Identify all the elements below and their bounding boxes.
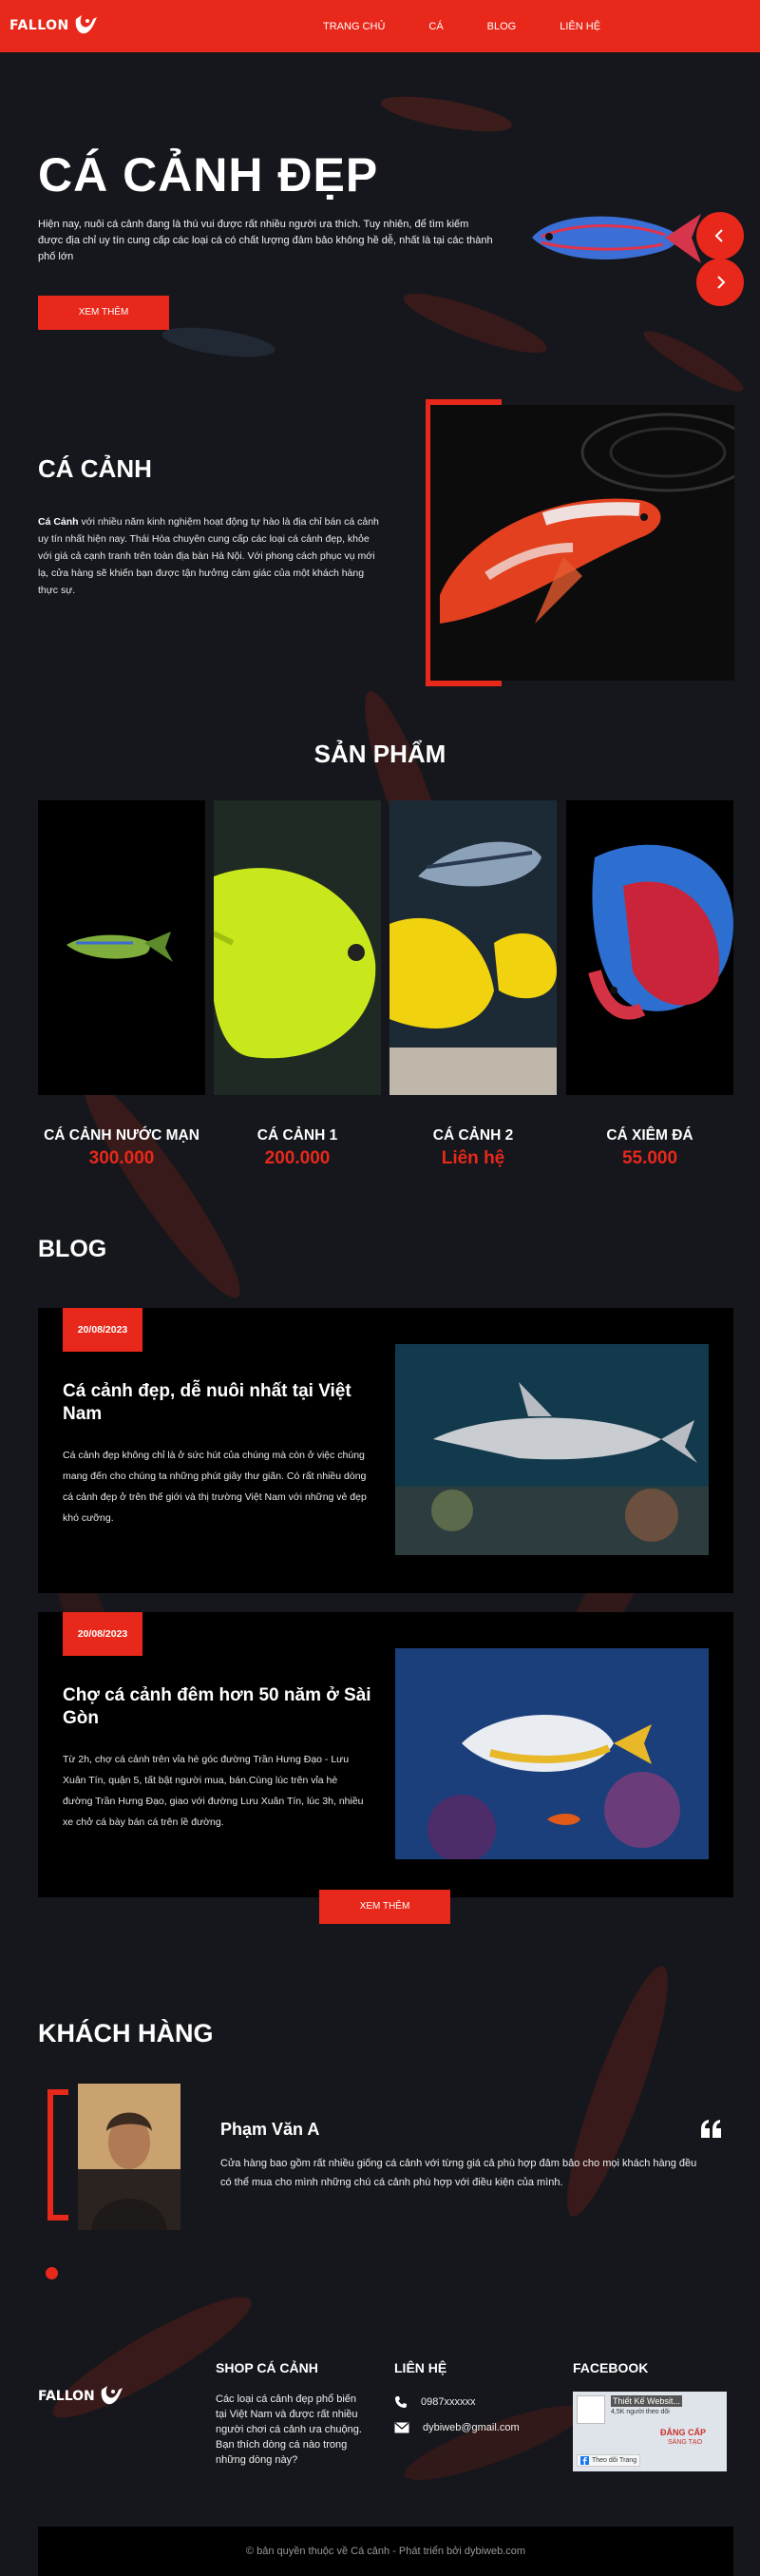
blog-title: BLOG [38,1236,107,1262]
about-text: Cá Cảnh với nhiều năm kinh nghiệm hoạt đ… [38,513,382,599]
blog-card[interactable]: 20/08/2023 Chợ cá cảnh đêm hơn 50 năm ở … [38,1612,733,1897]
fish-logo-icon [75,15,97,34]
site-logo[interactable]: FALLON [10,13,99,38]
product-price-3: Liên hệ [441,1148,505,1168]
hero-description: Hiện nay, nuôi cá cảnh đang là thú vui đ… [38,219,493,262]
fb-follow-label: Theo dõi Trang [592,2457,637,2464]
footer-facebook-title: FACEBOOK [573,2360,649,2375]
customer-avatar [78,2084,180,2230]
nav-blog[interactable]: BLOG [487,21,517,32]
chevron-right-icon [717,276,726,289]
slider-next-button[interactable] [696,259,744,306]
footer-logo-text: FALLON [38,2389,95,2404]
top-navbar: FALLON TRANG CHỦ CÁ BLOG LIÊN HỆ [0,0,760,52]
product-image-3[interactable] [390,800,557,1095]
customer-name: Phạm Văn A [220,2120,320,2139]
footer-shop-text: Các loại cá cảnh đẹp phổ biến tại Việt N… [216,2393,362,2466]
koi-image [430,405,734,681]
product-name-1: CÁ CẢNH NƯỚC MẠN [44,1127,200,1144]
customer-testimonial: Cửa hàng bao gồm rất nhiều giống cá cảnh… [220,2158,697,2188]
nav-contact[interactable]: LIÊN HỆ [560,21,600,32]
blog-post-title[interactable]: Cá cảnh đẹp, dễ nuôi nhất tại Việt Nam [63,1380,386,1426]
fb-banner-text: ĐẲNG CẤP [660,2428,707,2437]
product-price-2: 200.000 [264,1148,331,1168]
product-price-4: 55.000 [621,1148,678,1168]
blog-date: 20/08/2023 [63,1612,142,1656]
fb-follow-button[interactable]: Theo dõi Trang [577,2454,641,2467]
footer-phone-text: 0987xxxxxx [421,2396,476,2408]
facebook-page-widget[interactable]: Thiết Kế Websit... 4,5K người theo dõi Đ… [573,2392,727,2471]
carousel-dot[interactable] [46,2267,58,2279]
product-name-2: CÁ CẢNH 1 [256,1127,338,1144]
nav-fish[interactable]: CÁ [428,21,443,32]
hero-title: CÁ CẢNH ĐẸP [38,148,379,202]
customers-title: KHÁCH HÀNG [38,2019,214,2047]
product-image-4[interactable] [566,800,733,1095]
about-text-bold: Cá Cảnh [38,516,79,528]
blog-read-more-button[interactable]: XEM THÊM [319,1890,450,1924]
main-nav: TRANG CHỦ CÁ BLOG LIÊN HỆ [323,0,644,52]
blog-post-excerpt: Cá cảnh đẹp không chỉ là ở sức hút của c… [63,1450,367,1524]
footer-shop-title: SHOP CÁ CẢNH [216,2360,318,2375]
blog-image-shark [395,1344,709,1555]
product-price-1: 300.000 [88,1148,155,1168]
footer-email[interactable]: dybiweb@gmail.com [394,2422,520,2433]
footer-phone[interactable]: 0987xxxxxx [394,2395,475,2409]
blog-image-tang [395,1648,709,1859]
phone-icon [395,2396,407,2408]
quote-icon [701,2120,721,2138]
blog-post-title[interactable]: Chợ cá cảnh đêm hơn 50 năm ở Sài Gòn [63,1684,386,1730]
fb-page-avatar [577,2395,605,2424]
facebook-icon [580,2456,589,2465]
blog-card[interactable]: 20/08/2023 Cá cảnh đẹp, dễ nuôi nhất tại… [38,1308,733,1593]
copyright-bar: © bản quyền thuộc về Cá cảnh - Phát triể… [38,2527,733,2576]
hero-read-more-button[interactable]: XEM THÊM [38,296,169,330]
about-title: CÁ CẢNH [38,454,152,483]
chevron-left-icon [714,229,723,242]
logo-text: FALLON [10,18,69,33]
fb-page-followers: 4,5K người theo dõi [611,2409,670,2415]
footer-contact-title: LIÊN HỆ [394,2360,447,2375]
fish-logo-icon [101,2386,123,2405]
products-title: SẢN PHẨM [314,740,446,768]
fb-page-name[interactable]: Thiết Kế Websit... [611,2395,682,2407]
product-image-2[interactable] [214,800,381,1095]
about-text-body: với nhiều năm kinh nghiệm hoạt động tự h… [38,516,379,596]
customer-photo-frame [48,2089,68,2220]
hero-fish-image [532,214,701,263]
blog-post-excerpt: Từ 2h, chợ cá cảnh trên vỉa hè góc đường… [63,1754,364,1828]
product-name-3: CÁ CẢNH 2 [432,1127,514,1144]
product-image-1[interactable] [38,800,205,1095]
product-name-4: CÁ XIÊM ĐÁ [606,1127,694,1144]
footer-logo[interactable]: FALLON [38,2384,124,2409]
nav-home[interactable]: TRANG CHỦ [323,21,385,32]
envelope-icon [394,2422,409,2433]
footer-email-text: dybiweb@gmail.com [423,2422,520,2433]
fb-banner-subtext: SÁNG TẠO [668,2439,703,2446]
blog-date: 20/08/2023 [63,1308,142,1352]
slider-prev-button[interactable] [696,212,744,260]
